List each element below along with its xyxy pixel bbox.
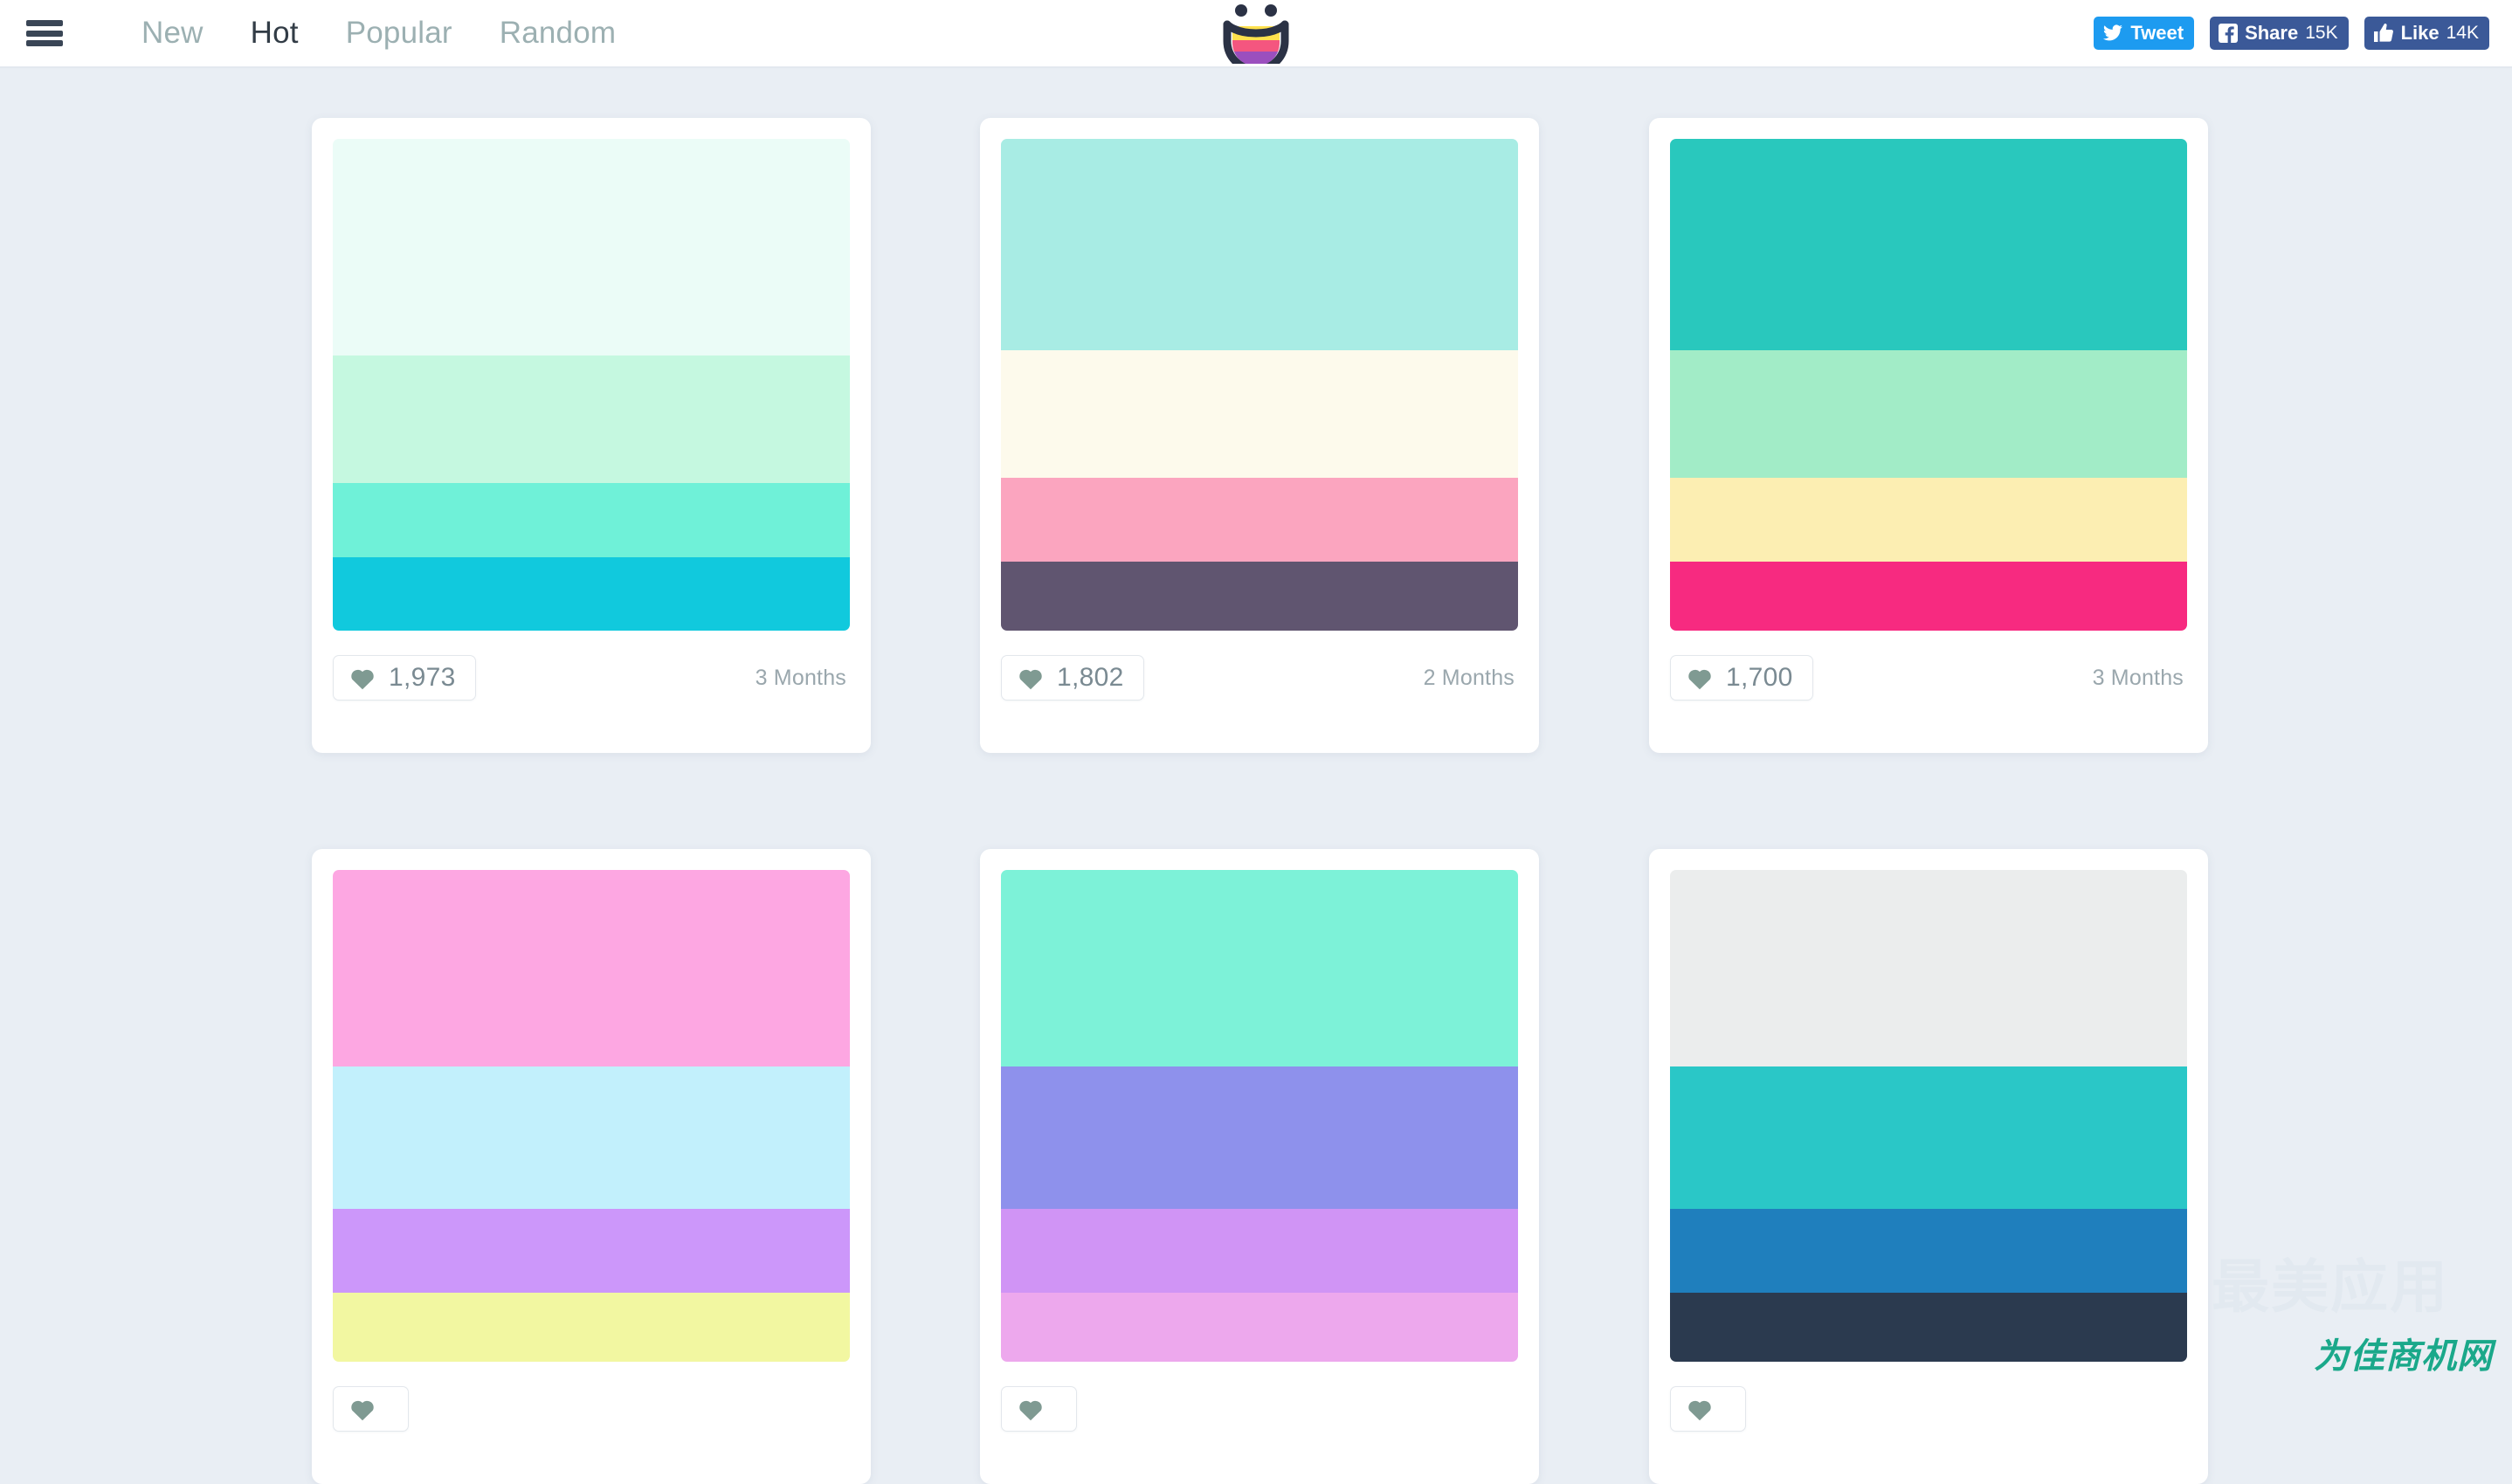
- palette-band[interactable]: [1670, 350, 2187, 478]
- palette-grid: 1,973 3 Months 1,802 2 Months: [0, 68, 2512, 1385]
- palette-band[interactable]: [1001, 1293, 1518, 1362]
- nav-item-random[interactable]: Random: [476, 16, 640, 51]
- palette-card[interactable]: 1,700 3 Months: [1649, 118, 2208, 753]
- primary-nav: New Hot Popular Random: [118, 16, 639, 51]
- palette-band[interactable]: [333, 139, 850, 355]
- thumbs-up-icon: [2373, 24, 2394, 43]
- top-header: New Hot Popular Random Tweet: [0, 0, 2512, 68]
- watermark-site: 为佳商机网: [2314, 1328, 2493, 1378]
- palette-band[interactable]: [1670, 139, 2187, 350]
- palette-card[interactable]: [1649, 849, 2208, 1484]
- palette-love-count: 1,700: [1726, 663, 1793, 693]
- heart-icon: [1687, 666, 1713, 690]
- palette-band[interactable]: [1001, 1209, 1518, 1293]
- nav-item-popular[interactable]: Popular: [322, 16, 476, 51]
- palette-band[interactable]: [333, 1293, 850, 1362]
- palette-band[interactable]: [1670, 478, 2187, 562]
- palette-band[interactable]: [1001, 139, 1518, 350]
- palette-band[interactable]: [1670, 1209, 2187, 1293]
- palette-love-button[interactable]: [1001, 1386, 1077, 1432]
- palette-swatch[interactable]: [1670, 870, 2187, 1362]
- palette-swatch[interactable]: [333, 870, 850, 1362]
- palette-card[interactable]: 1,973 3 Months: [312, 118, 871, 753]
- facebook-like-label: Like: [2401, 22, 2440, 45]
- heart-icon: [349, 1398, 376, 1421]
- palette-band[interactable]: [1001, 478, 1518, 562]
- palette-card-footer: [1670, 1362, 2187, 1456]
- palette-love-button[interactable]: 1,973: [333, 655, 476, 701]
- palette-love-button[interactable]: 1,700: [1670, 655, 1813, 701]
- hamburger-bar-2: [26, 31, 63, 37]
- palette-band[interactable]: [333, 870, 850, 1066]
- palette-age: 2 Months: [1424, 666, 1518, 691]
- twitter-icon: [2102, 24, 2123, 42]
- palette-love-button[interactable]: [333, 1386, 409, 1432]
- palette-card[interactable]: [980, 849, 1539, 1484]
- palette-band[interactable]: [1001, 1066, 1518, 1209]
- palette-age: 3 Months: [2093, 666, 2187, 691]
- palette-card-footer: 1,802 2 Months: [1001, 631, 1518, 725]
- palette-swatch[interactable]: [333, 139, 850, 631]
- palette-band[interactable]: [333, 483, 850, 556]
- heart-icon: [1687, 1398, 1713, 1421]
- palette-card[interactable]: 1,802 2 Months: [980, 118, 1539, 753]
- facebook-like-button[interactable]: Like 14K: [2364, 17, 2489, 50]
- heart-icon: [349, 666, 376, 690]
- colourlovers-smiley-logo[interactable]: [1218, 3, 1294, 64]
- palette-swatch[interactable]: [1001, 139, 1518, 631]
- palette-band[interactable]: [333, 1209, 850, 1293]
- palette-love-count: 1,802: [1057, 663, 1124, 693]
- palette-band[interactable]: [333, 557, 850, 631]
- palette-band[interactable]: [1001, 870, 1518, 1066]
- hamburger-bar-1: [26, 20, 63, 26]
- palette-band[interactable]: [1001, 350, 1518, 478]
- tweet-button-label: Tweet: [2130, 22, 2184, 45]
- heart-icon: [1018, 666, 1044, 690]
- nav-item-hot[interactable]: Hot: [227, 16, 322, 51]
- palette-card-footer: 1,700 3 Months: [1670, 631, 2187, 725]
- palette-swatch[interactable]: [1670, 139, 2187, 631]
- palette-swatch[interactable]: [1001, 870, 1518, 1362]
- nav-item-new[interactable]: New: [118, 16, 227, 51]
- social-buttons: Tweet Share 15K Like 14K: [2094, 17, 2489, 50]
- hamburger-bar-3: [26, 40, 63, 46]
- palette-card[interactable]: [312, 849, 871, 1484]
- palette-love-button[interactable]: [1670, 1386, 1746, 1432]
- palette-card-footer: [1001, 1362, 1518, 1456]
- tweet-button[interactable]: Tweet: [2094, 17, 2194, 50]
- hamburger-menu-icon[interactable]: [26, 20, 63, 46]
- palette-card-footer: [333, 1362, 850, 1456]
- palette-age: 3 Months: [756, 666, 850, 691]
- palette-love-count: 1,973: [389, 663, 456, 693]
- palette-love-button[interactable]: 1,802: [1001, 655, 1144, 701]
- palette-band[interactable]: [1001, 562, 1518, 631]
- palette-card-footer: 1,973 3 Months: [333, 631, 850, 725]
- palette-band[interactable]: [1670, 562, 2187, 631]
- facebook-icon: [2219, 24, 2238, 43]
- heart-icon: [1018, 1398, 1044, 1421]
- palette-band[interactable]: [333, 355, 850, 483]
- facebook-share-button[interactable]: Share 15K: [2210, 17, 2349, 50]
- palette-band[interactable]: [1670, 870, 2187, 1066]
- watermark-faint: 最美应用: [2212, 1240, 2449, 1324]
- facebook-share-label: Share: [2245, 22, 2298, 45]
- facebook-like-count: 14K: [2446, 23, 2479, 44]
- palette-band[interactable]: [1670, 1293, 2187, 1362]
- palette-band[interactable]: [1670, 1066, 2187, 1209]
- palette-band[interactable]: [333, 1066, 850, 1209]
- facebook-share-count: 15K: [2305, 23, 2337, 44]
